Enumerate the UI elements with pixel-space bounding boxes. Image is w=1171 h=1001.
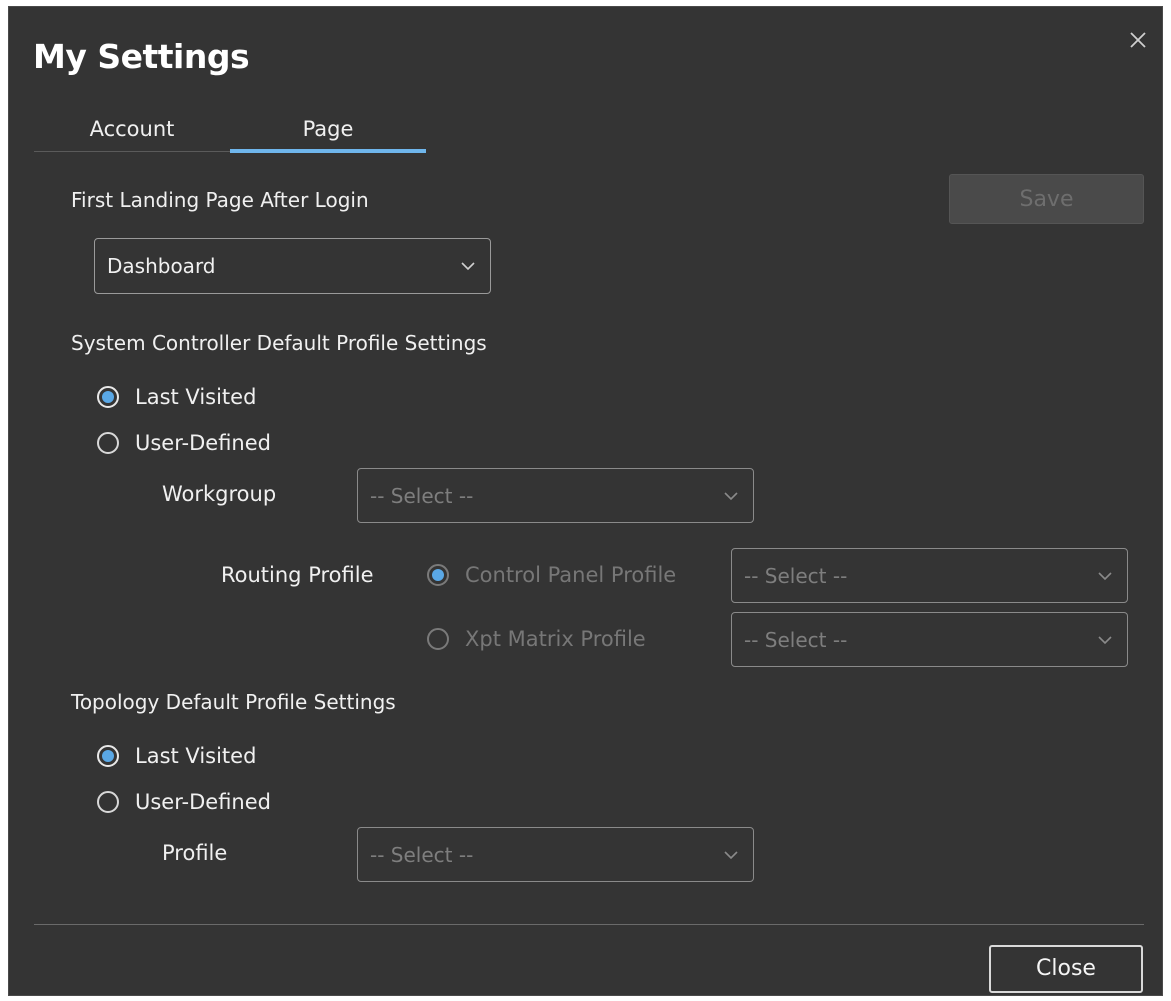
- dialog-title: My Settings: [33, 37, 250, 76]
- sc-last-visited-label: Last Visited: [135, 385, 257, 409]
- landing-page-select[interactable]: Dashboard: [94, 238, 491, 294]
- sc-user-defined-label: User-Defined: [135, 431, 271, 455]
- tab-page[interactable]: Page: [230, 117, 426, 141]
- radio-checked-icon: [97, 386, 119, 408]
- radio-unchecked-icon: [97, 791, 119, 813]
- profile-select[interactable]: -- Select --: [357, 827, 754, 882]
- profile-label: Profile: [162, 841, 228, 865]
- landing-page-select-value: Dashboard: [107, 254, 216, 278]
- save-button[interactable]: Save: [949, 174, 1144, 224]
- chevron-down-icon: [1098, 635, 1112, 644]
- close-button[interactable]: Close: [989, 945, 1143, 993]
- close-icon[interactable]: [1127, 29, 1149, 51]
- chevron-down-icon: [724, 850, 738, 859]
- topo-last-visited-radio[interactable]: Last Visited: [97, 744, 256, 768]
- xpt-matrix-profile-label: Xpt Matrix Profile: [465, 627, 646, 651]
- radio-unchecked-icon: [427, 628, 449, 650]
- radio-checked-icon: [97, 745, 119, 767]
- control-panel-profile-label: Control Panel Profile: [465, 563, 677, 587]
- control-panel-profile-radio[interactable]: Control Panel Profile: [427, 563, 676, 587]
- xpt-matrix-profile-select[interactable]: -- Select --: [731, 612, 1128, 667]
- radio-unchecked-icon: [97, 432, 119, 454]
- landing-page-label: First Landing Page After Login: [71, 188, 369, 212]
- control-panel-profile-select[interactable]: -- Select --: [731, 548, 1128, 603]
- workgroup-label: Workgroup: [162, 482, 277, 506]
- chevron-down-icon: [724, 491, 738, 500]
- sc-user-defined-radio[interactable]: User-Defined: [97, 431, 271, 455]
- routing-profile-label: Routing Profile: [221, 563, 374, 587]
- workgroup-select[interactable]: -- Select --: [357, 468, 754, 523]
- active-tab-indicator: [230, 149, 426, 153]
- chevron-down-icon: [461, 262, 475, 271]
- topology-label: Topology Default Profile Settings: [71, 690, 396, 714]
- system-controller-label: System Controller Default Profile Settin…: [71, 331, 487, 355]
- xpt-matrix-profile-select-value: -- Select --: [744, 627, 848, 652]
- topo-user-defined-label: User-Defined: [135, 790, 271, 814]
- settings-dialog: My Settings Account Page First Landing P…: [8, 6, 1163, 996]
- chevron-down-icon: [1098, 571, 1112, 580]
- profile-select-value: -- Select --: [370, 842, 474, 867]
- tab-account[interactable]: Account: [34, 117, 230, 141]
- control-panel-profile-select-value: -- Select --: [744, 563, 848, 588]
- workgroup-select-value: -- Select --: [370, 483, 474, 508]
- radio-checked-icon: [427, 564, 449, 586]
- xpt-matrix-profile-radio[interactable]: Xpt Matrix Profile: [427, 627, 646, 651]
- sc-last-visited-radio[interactable]: Last Visited: [97, 385, 256, 409]
- topo-last-visited-label: Last Visited: [135, 744, 257, 768]
- footer-divider: [34, 924, 1144, 925]
- topo-user-defined-radio[interactable]: User-Defined: [97, 790, 271, 814]
